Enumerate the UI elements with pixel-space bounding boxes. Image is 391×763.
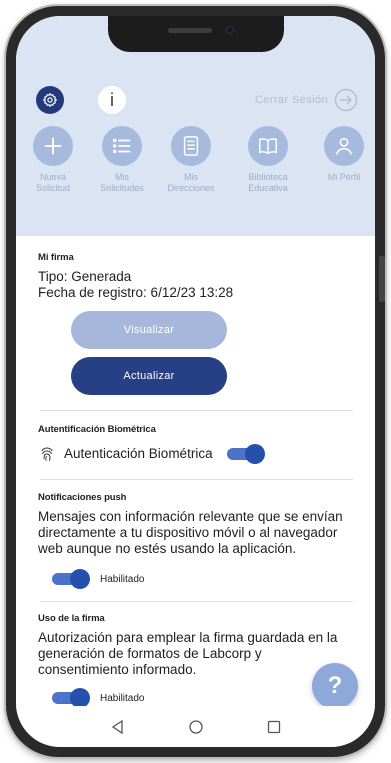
header-top-row: i Cerrar Sesión — [36, 84, 366, 116]
app-screen: i Cerrar Sesión Nueva Solicitud Mis Soli… — [16, 16, 375, 747]
recents-icon[interactable] — [266, 719, 282, 735]
phone-frame: i Cerrar Sesión Nueva Solicitud Mis Soli… — [6, 6, 385, 757]
info-button[interactable]: i — [98, 86, 126, 114]
biometrica-row: Autenticación Biométrica — [38, 444, 353, 464]
user-icon — [335, 137, 353, 155]
firma-tipo: Tipo: Generada — [38, 269, 132, 284]
biometrica-label: Autenticación Biométrica — [64, 446, 213, 461]
info-icon: i — [110, 89, 114, 110]
shortcut-mis-solicitudes[interactable]: Mis Solicitudes — [87, 126, 157, 194]
uso-firma-row: Habilitado — [52, 688, 353, 708]
toggle-knob — [70, 688, 90, 708]
firma-fecha: Fecha de registro: 6/12/23 13:28 — [38, 285, 234, 300]
back-icon[interactable] — [110, 719, 126, 735]
shortcut-mi-perfil[interactable]: Mi Perfil — [309, 126, 375, 183]
logout-button[interactable]: Cerrar Sesión — [255, 88, 358, 112]
front-camera — [226, 26, 234, 34]
phone-notch — [108, 16, 284, 52]
fingerprint-icon — [41, 447, 53, 461]
notificaciones-toggle-label: Habilitado — [100, 573, 145, 585]
question-icon: ? — [327, 672, 343, 699]
android-nav-bar — [16, 706, 375, 747]
shortcut-bar: Nueva Solicitud Mis Solicitudes Mis Dire… — [16, 126, 375, 206]
book-icon — [259, 138, 277, 155]
actualizar-button[interactable]: Actualizar — [71, 357, 227, 395]
shortcut-label: Mis Solicitudes — [100, 172, 144, 193]
shortcut-circle — [102, 126, 142, 166]
gear-icon — [42, 92, 58, 108]
firma-section: Mi firma Tipo: Generada Fecha de registr… — [38, 236, 353, 395]
settings-button[interactable] — [36, 86, 64, 114]
phone-side-button — [379, 256, 385, 302]
settings-content: Mi firma Tipo: Generada Fecha de registr… — [16, 236, 375, 708]
visualizar-button[interactable]: Visualizar — [71, 311, 227, 349]
shortcut-circle — [248, 126, 288, 166]
shortcut-circle — [324, 126, 364, 166]
shortcut-mis-direcciones[interactable]: Mis Direcciones — [156, 126, 226, 194]
biometrica-title: Autentificación Biométrica — [38, 424, 156, 435]
shortcut-label: Nueva Solicitud — [35, 172, 71, 193]
uso-firma-title: Uso de la firma — [38, 613, 105, 624]
shortcut-label: Mi Perfil — [327, 172, 361, 182]
shortcut-circle — [171, 126, 211, 166]
list-icon — [112, 138, 131, 154]
shortcut-biblioteca-educativa[interactable]: Biblioteca Educativa — [233, 126, 303, 194]
document-icon — [183, 136, 199, 156]
uso-firma-description: Autorización para emplear la firma guard… — [38, 630, 338, 677]
biometrica-section: Autentificación Biométrica Autenticación… — [38, 411, 353, 464]
biometrica-toggle[interactable] — [226, 444, 265, 464]
logout-label: Cerrar Sesión — [254, 94, 328, 106]
notificaciones-title: Notificaciones push — [38, 492, 127, 503]
uso-firma-section: Uso de la firma Autorización para emplea… — [38, 602, 353, 708]
shortcut-label: Mis Direcciones — [167, 172, 215, 193]
logout-arrow-icon — [334, 88, 358, 112]
shortcut-label: Biblioteca Educativa — [248, 172, 288, 193]
toggle-knob — [70, 569, 90, 589]
home-icon[interactable] — [188, 719, 204, 735]
notificaciones-section: Notificaciones push Mensajes con informa… — [38, 480, 353, 589]
uso-firma-toggle[interactable] — [52, 688, 90, 708]
shortcut-nueva-solicitud[interactable]: Nueva Solicitud — [18, 126, 88, 194]
notificaciones-toggle[interactable] — [52, 569, 90, 589]
notificaciones-description: Mensajes con información relevante que s… — [38, 509, 343, 556]
shortcut-circle — [33, 126, 73, 166]
toggle-knob — [244, 444, 265, 464]
plus-icon — [44, 137, 62, 155]
help-button[interactable]: ? — [312, 663, 358, 709]
firma-title: Mi firma — [38, 252, 74, 263]
uso-firma-toggle-label: Habilitado — [100, 692, 145, 704]
speaker-grille — [168, 28, 212, 33]
notificaciones-row: Habilitado — [52, 569, 353, 589]
